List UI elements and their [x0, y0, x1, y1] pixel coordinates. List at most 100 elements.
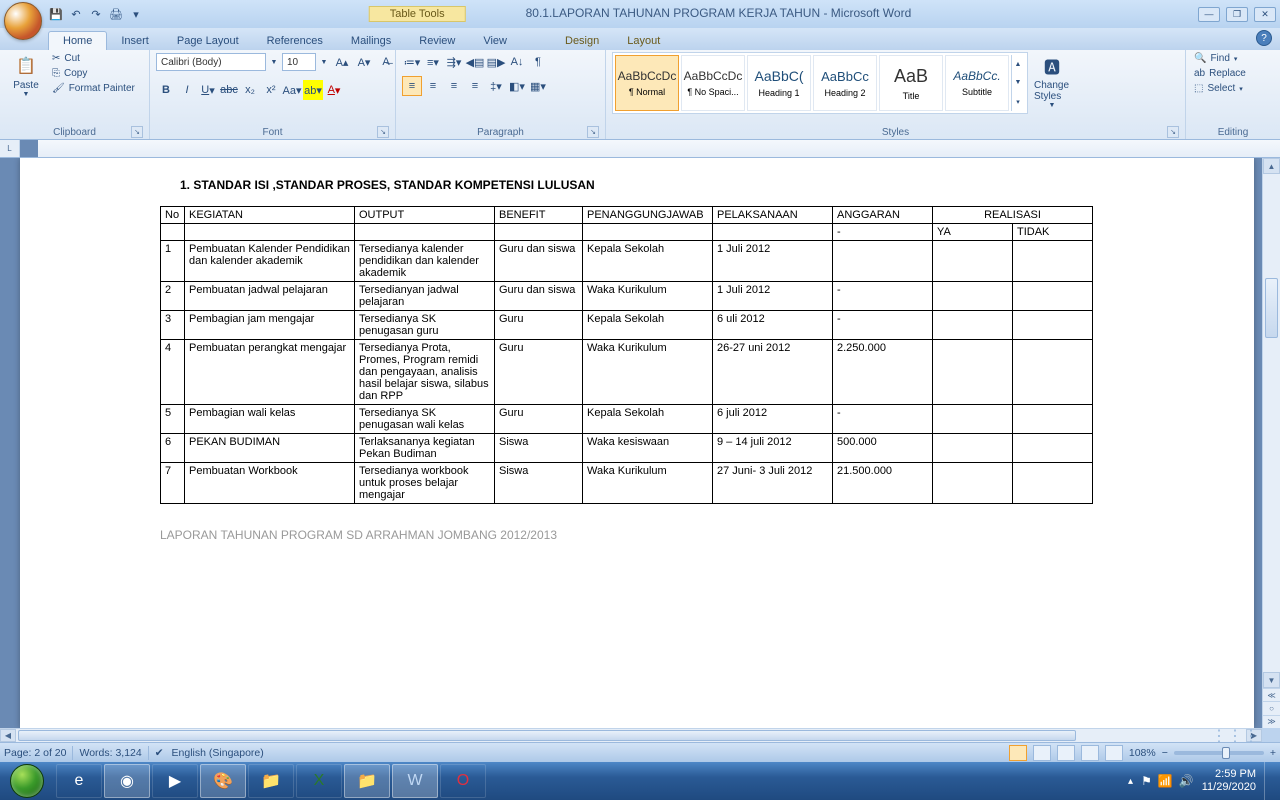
tab-insert[interactable]: Insert — [107, 32, 163, 50]
font-name-dropdown-icon[interactable]: ▼ — [268, 52, 280, 72]
styles-launcher[interactable]: ↘ — [1167, 126, 1179, 138]
paste-button[interactable]: 📋 Paste ▼ — [6, 52, 46, 100]
font-launcher[interactable]: ↘ — [377, 126, 389, 138]
prev-page-icon[interactable]: ≪ — [1263, 688, 1280, 701]
clipboard-launcher[interactable]: ↘ — [131, 126, 143, 138]
tab-view[interactable]: View — [469, 32, 521, 50]
tab-home[interactable]: Home — [48, 31, 107, 50]
office-button[interactable] — [4, 2, 42, 40]
table-row[interactable]: 7Pembuatan WorkbookTersedianya workbook … — [161, 463, 1093, 504]
styles-gallery[interactable]: AaBbCcDc¶ Normal AaBbCcDc¶ No Spaci... A… — [612, 52, 1028, 114]
maximize-button[interactable]: ❐ — [1226, 7, 1248, 22]
vertical-scroll-thumb[interactable] — [1265, 278, 1278, 338]
tray-expand-icon[interactable]: ▴ — [1128, 776, 1133, 787]
taskbar-chrome[interactable]: ◉ — [104, 764, 150, 798]
subscript-button[interactable]: x₂ — [240, 80, 260, 100]
font-color-button[interactable]: A▾ — [324, 80, 344, 100]
taskbar-media[interactable]: ▶ — [152, 764, 198, 798]
zoom-out-button[interactable]: − — [1162, 747, 1168, 759]
zoom-in-button[interactable]: + — [1270, 747, 1276, 759]
table-row[interactable]: 5Pembagian wali kelasTersedianya SK penu… — [161, 405, 1093, 434]
cut-button[interactable]: ✂Cut — [50, 52, 137, 65]
numbering-button[interactable]: ≡▾ — [423, 52, 443, 72]
align-right-button[interactable]: ≡ — [444, 76, 464, 96]
font-size-dropdown-icon[interactable]: ▼ — [318, 52, 330, 72]
horizontal-scroll-thumb[interactable] — [18, 730, 1076, 741]
taskbar-opera[interactable]: O — [440, 764, 486, 798]
outline-view[interactable] — [1081, 745, 1099, 761]
tab-layout[interactable]: Layout — [613, 32, 674, 50]
browse-object-icon[interactable]: ○ — [1263, 701, 1280, 714]
report-table[interactable]: No KEGIATAN OUTPUT BENEFIT PENANGGUNGJAW… — [160, 206, 1093, 504]
superscript-button[interactable]: x² — [261, 80, 281, 100]
tab-references[interactable]: References — [253, 32, 337, 50]
increase-indent-button[interactable]: ▤▶ — [486, 52, 506, 72]
clear-formatting-button[interactable]: A̶ — [376, 52, 396, 72]
decrease-indent-button[interactable]: ◀▤ — [465, 52, 485, 72]
scroll-down-icon[interactable]: ▼ — [1263, 672, 1280, 688]
style-heading1[interactable]: AaBbC(Heading 1 — [747, 55, 811, 111]
show-desktop-button[interactable] — [1264, 762, 1274, 800]
proofing-icon[interactable]: ✔ — [155, 747, 164, 759]
taskbar-excel[interactable]: X — [296, 764, 342, 798]
tray-network-icon[interactable]: 📶 — [1158, 774, 1173, 788]
shading-button[interactable]: ◧▾ — [507, 76, 527, 96]
horizontal-scrollbar[interactable]: ◀ ⋮⋮⋮ ▶ — [0, 728, 1262, 742]
full-screen-view[interactable] — [1033, 745, 1051, 761]
style-title[interactable]: AaBTitle — [879, 55, 943, 111]
redo-icon[interactable]: ↷ — [88, 6, 104, 22]
vertical-scrollbar[interactable]: ▲ ▼ ≪ ○ ≫ — [1262, 158, 1280, 728]
zoom-level[interactable]: 108% — [1129, 747, 1156, 759]
next-page-icon[interactable]: ≫ — [1263, 715, 1280, 728]
taskbar-folder1[interactable]: 📁 — [248, 764, 294, 798]
print-layout-view[interactable] — [1009, 745, 1027, 761]
table-row[interactable]: 3Pembagian jam mengajarTersedianya SK pe… — [161, 311, 1093, 340]
highlight-button[interactable]: ab▾ — [303, 80, 323, 100]
sort-button[interactable]: A↓ — [507, 52, 527, 72]
style-heading2[interactable]: AaBbCcHeading 2 — [813, 55, 877, 111]
bold-button[interactable]: B — [156, 80, 176, 100]
strikethrough-button[interactable]: abc — [219, 80, 239, 100]
taskbar-word[interactable]: W — [392, 764, 438, 798]
justify-button[interactable]: ≡ — [465, 76, 485, 96]
tab-review[interactable]: Review — [405, 32, 469, 50]
page-status[interactable]: Page: 2 of 20 — [4, 747, 66, 759]
show-marks-button[interactable]: ¶ — [528, 52, 548, 72]
grow-font-button[interactable]: A▴ — [332, 52, 352, 72]
shrink-font-button[interactable]: A▾ — [354, 52, 374, 72]
style-no-spacing[interactable]: AaBbCcDc¶ No Spaci... — [681, 55, 745, 111]
tray-flag-icon[interactable]: ⚑ — [1141, 774, 1152, 788]
find-button[interactable]: 🔍Find▾ — [1192, 52, 1248, 65]
change-case-button[interactable]: Aa▾ — [282, 80, 302, 100]
change-styles-button[interactable]: 🅰 Change Styles ▼ — [1032, 52, 1072, 111]
document-area[interactable]: 1. STANDAR ISI ,STANDAR PROSES, STANDAR … — [0, 158, 1262, 728]
table-row[interactable]: 1Pembuatan Kalender Pendidikan dan kalen… — [161, 241, 1093, 282]
select-button[interactable]: ⬚Select▾ — [1192, 82, 1248, 95]
table-row[interactable]: 6PEKAN BUDIMANTerlaksananya kegiatan Pek… — [161, 434, 1093, 463]
taskbar-ie[interactable]: e — [56, 764, 102, 798]
gallery-more-icon[interactable]: ▾ — [1012, 95, 1024, 109]
align-left-button[interactable]: ≡ — [402, 76, 422, 96]
align-center-button[interactable]: ≡ — [423, 76, 443, 96]
clock[interactable]: 2:59 PM 11/29/2020 — [1202, 768, 1256, 794]
style-normal[interactable]: AaBbCcDc¶ Normal — [615, 55, 679, 111]
print-icon[interactable]: 🖨 — [108, 6, 124, 22]
style-subtitle[interactable]: AaBbCc.Subtitle — [945, 55, 1009, 111]
table-row[interactable]: 2Pembuatan jadwal pelajaranTersedianyan … — [161, 282, 1093, 311]
scroll-left-icon[interactable]: ◀ — [0, 729, 16, 742]
multilevel-button[interactable]: ⇶▾ — [444, 52, 464, 72]
undo-icon[interactable]: ↶ — [68, 6, 84, 22]
gallery-down-icon[interactable]: ▼ — [1012, 76, 1024, 90]
split-handle[interactable]: ⋮⋮⋮ — [1210, 731, 1260, 740]
font-size-combo[interactable] — [282, 53, 316, 71]
paragraph-launcher[interactable]: ↘ — [587, 126, 599, 138]
web-layout-view[interactable] — [1057, 745, 1075, 761]
bullets-button[interactable]: ≔▾ — [402, 52, 422, 72]
table-row[interactable]: 4Pembuatan perangkat mengajarTersedianya… — [161, 340, 1093, 405]
tab-mailings[interactable]: Mailings — [337, 32, 405, 50]
underline-button[interactable]: U▾ — [198, 80, 218, 100]
borders-button[interactable]: ▦▾ — [528, 76, 548, 96]
draft-view[interactable] — [1105, 745, 1123, 761]
format-painter-button[interactable]: 🖌Format Painter — [50, 82, 137, 95]
font-name-combo[interactable] — [156, 53, 266, 71]
